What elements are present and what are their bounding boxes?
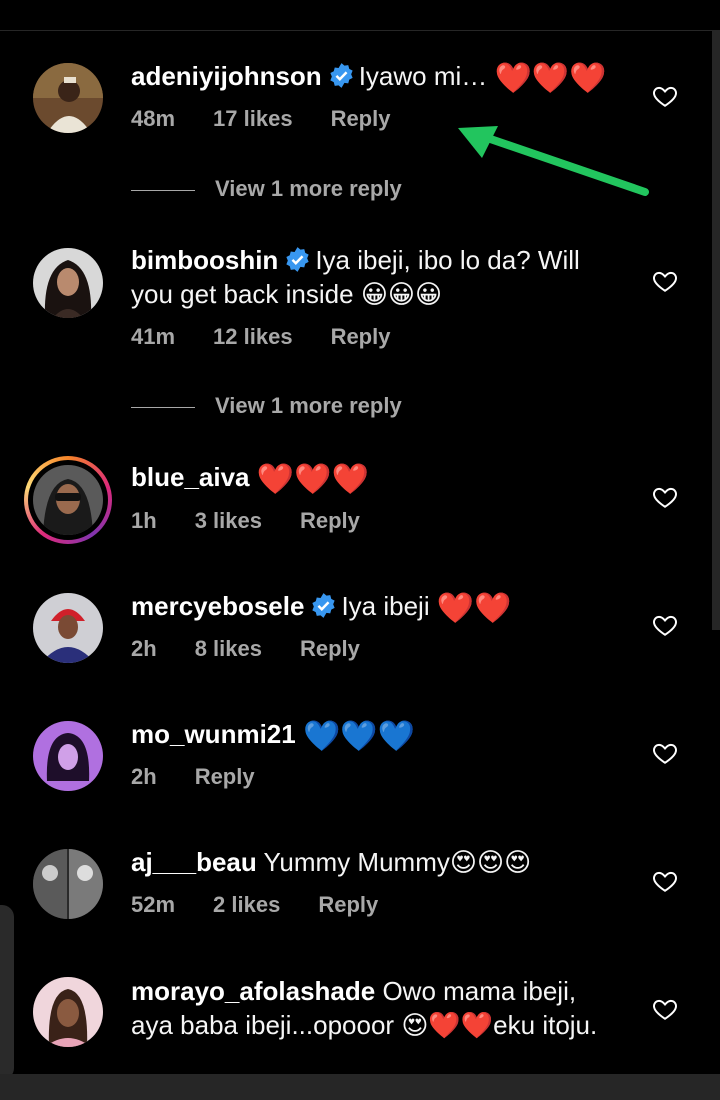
view-more-replies[interactable]: View 1 more reply xyxy=(131,176,402,202)
comment-meta: 48m 17 likes Reply xyxy=(131,106,428,132)
username[interactable]: aj___beau xyxy=(131,847,257,877)
avatar[interactable] xyxy=(33,849,103,919)
timestamp: 48m xyxy=(131,106,176,131)
divider-line xyxy=(131,406,195,408)
username[interactable]: bimbooshin xyxy=(131,245,278,275)
username[interactable]: adeniyijohnson xyxy=(131,61,322,91)
grin-emojis: 😀😀😀 xyxy=(360,280,443,310)
like-heart-icon[interactable] xyxy=(652,268,678,294)
comment-body: Iya ibeji xyxy=(341,591,437,621)
username[interactable]: blue_aiva xyxy=(131,462,250,492)
likes-count[interactable]: 3 likes xyxy=(195,508,262,533)
timestamp: 2h xyxy=(131,636,157,661)
comment-text: adeniyijohnson Iyawo mi… ❤️❤️❤️ xyxy=(131,59,621,96)
comment-meta: 2h Reply xyxy=(131,764,293,790)
likes-count[interactable]: 8 likes xyxy=(195,636,262,661)
reply-button[interactable]: Reply xyxy=(331,324,391,349)
like-heart-icon[interactable] xyxy=(652,484,678,510)
like-heart-icon[interactable] xyxy=(652,868,678,894)
avatar[interactable] xyxy=(33,977,103,1047)
comment-text: mo_wunmi21 💙💙💙 xyxy=(131,717,621,754)
username[interactable]: mo_wunmi21 xyxy=(131,719,296,749)
reply-button[interactable]: Reply xyxy=(300,508,360,533)
like-heart-icon[interactable] xyxy=(652,996,678,1022)
likes-count[interactable]: 2 likes xyxy=(213,892,280,917)
comment-text: aj___beau Yummy Mummy😍😍😍 xyxy=(131,845,621,880)
avatar[interactable] xyxy=(33,721,103,791)
heart-eyes-emojis: 😍😍😍 xyxy=(449,848,532,878)
comment-body xyxy=(296,719,303,749)
like-heart-icon[interactable] xyxy=(652,740,678,766)
heart-emojis: ❤️❤️ xyxy=(436,591,512,626)
side-handle[interactable] xyxy=(0,905,14,1080)
comment-meta: 41m 12 likes Reply xyxy=(131,324,428,350)
verified-badge-icon xyxy=(330,63,353,88)
comment-meta: 2h 8 likes Reply xyxy=(131,636,398,662)
comment-meta: 52m 2 likes Reply xyxy=(131,892,416,918)
view-more-label[interactable]: View 1 more reply xyxy=(215,176,402,201)
timestamp: 41m xyxy=(131,324,176,349)
mixed-emojis: 😍❤️❤️ xyxy=(401,1011,494,1041)
blue-heart-emojis: 💙💙💙 xyxy=(302,719,416,754)
comment-text: bimbooshin Iya ibeji, ibo lo da? Will you… xyxy=(131,243,621,312)
avatar[interactable] xyxy=(33,248,103,318)
comment-text: blue_aiva ❤️❤️❤️ xyxy=(131,460,621,497)
verified-badge-icon xyxy=(286,247,309,272)
avatar[interactable] xyxy=(33,63,103,133)
avatar[interactable] xyxy=(33,465,103,535)
bottom-bar xyxy=(0,1074,720,1100)
likes-count[interactable]: 17 likes xyxy=(213,106,293,131)
heart-emojis: ❤️❤️❤️ xyxy=(256,462,369,497)
comment-body xyxy=(250,462,257,492)
username[interactable]: mercyebosele xyxy=(131,591,304,621)
reply-button[interactable]: Reply xyxy=(331,106,391,131)
timestamp: 52m xyxy=(131,892,176,917)
view-more-replies[interactable]: View 1 more reply xyxy=(131,393,402,419)
top-divider xyxy=(0,30,720,31)
green-arrow-annotation xyxy=(458,126,649,196)
comment-text: morayo_afolashade Owo mama ibeji, aya ba… xyxy=(131,974,621,1043)
divider-line xyxy=(131,189,195,191)
verified-badge-icon xyxy=(312,593,336,618)
view-more-label[interactable]: View 1 more reply xyxy=(215,393,402,418)
reply-button[interactable]: Reply xyxy=(300,636,360,661)
comment-body: Iyawo mi… xyxy=(358,61,495,91)
reply-button[interactable]: Reply xyxy=(195,764,255,789)
comment-body-end: eku itoju. xyxy=(493,1010,598,1040)
reply-button[interactable]: Reply xyxy=(318,892,378,917)
like-heart-icon[interactable] xyxy=(652,612,678,638)
timestamp: 1h xyxy=(131,508,157,533)
comment-body: Yummy Mummy xyxy=(263,847,450,877)
comment-meta: 1h 3 likes Reply xyxy=(131,508,398,534)
heart-emojis: ❤️❤️❤️ xyxy=(494,61,607,96)
story-ring[interactable] xyxy=(24,456,112,544)
scrollbar[interactable] xyxy=(712,30,720,630)
like-heart-icon[interactable] xyxy=(652,83,678,109)
likes-count[interactable]: 12 likes xyxy=(213,324,293,349)
comment-text: mercyebosele Iya ibeji ❤️❤️ xyxy=(131,589,621,626)
avatar[interactable] xyxy=(33,593,103,663)
username[interactable]: morayo_afolashade xyxy=(131,976,375,1006)
timestamp: 2h xyxy=(131,764,157,789)
